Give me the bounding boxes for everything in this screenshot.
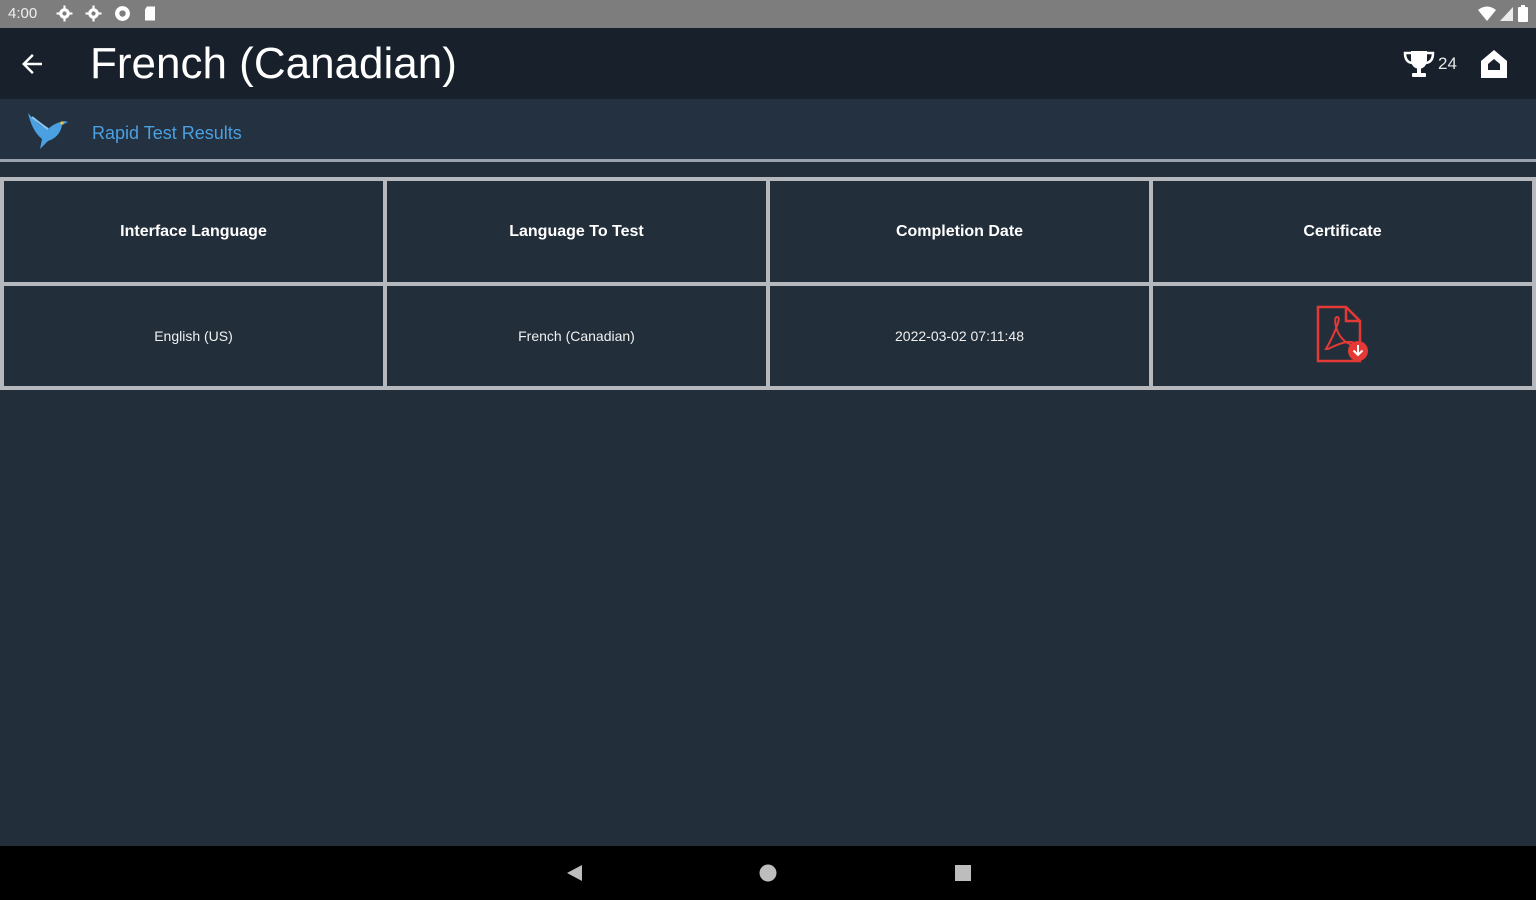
wifi-icon: [1478, 6, 1496, 21]
screen: 4:00 French (Canadian) 24 Rapid Test Res…: [0, 0, 1536, 900]
column-header-completion-date: Completion Date: [766, 177, 1153, 286]
results-table: Interface Language Language To Test Comp…: [0, 177, 1536, 390]
bird-logo-icon: [28, 113, 68, 149]
navigation-bar: [0, 846, 1536, 900]
settings-icon: [56, 5, 73, 22]
status-time: 4:00: [8, 5, 38, 22]
status-bar: 4:00: [0, 0, 1536, 28]
column-header-interface-language: Interface Language: [0, 177, 387, 286]
sub-header: Rapid Test Results: [0, 99, 1536, 159]
page-title: French (Canadian): [90, 39, 457, 88]
status-notification-icons: [56, 5, 157, 22]
section-title: Rapid Test Results: [92, 123, 242, 143]
column-header-certificate: Certificate: [1149, 177, 1536, 286]
cell-interface-language: English (US): [0, 282, 387, 390]
signal-icon: [1500, 6, 1513, 21]
shield-icon: [115, 6, 130, 21]
cell-completion-date: 2022-03-02 07:11:48: [766, 282, 1153, 390]
trophy-button[interactable]: 24: [1402, 49, 1457, 79]
nav-back-button[interactable]: [561, 860, 587, 886]
cell-certificate: [1149, 282, 1536, 390]
home-icon: [1481, 50, 1507, 78]
app-bar: French (Canadian) 24: [0, 28, 1536, 99]
back-button[interactable]: [14, 46, 50, 82]
nav-home-button[interactable]: [755, 860, 781, 886]
battery-icon: [1518, 5, 1528, 22]
nav-recents-button[interactable]: [950, 860, 976, 886]
cell-language-to-test: French (Canadian): [383, 282, 770, 390]
home-button[interactable]: [1476, 46, 1512, 82]
arrow-left-icon: [22, 54, 42, 74]
triangle-back-icon: [567, 865, 582, 881]
circle-home-icon: [759, 864, 777, 882]
table-header-row: Interface Language Language To Test Comp…: [0, 177, 1536, 286]
pdf-certificate-icon: [1316, 305, 1368, 362]
trophy-icon: [1403, 51, 1435, 77]
status-system-icons: [1478, 5, 1528, 22]
divider: [0, 159, 1536, 162]
column-header-language-to-test: Language To Test: [383, 177, 770, 286]
table-row: English (US) French (Canadian) 2022-03-0…: [0, 282, 1536, 390]
settings-icon: [85, 5, 102, 22]
square-recents-icon: [955, 865, 971, 881]
certificate-download-button[interactable]: [1314, 305, 1372, 368]
sd-card-icon: [145, 6, 155, 21]
trophy-count: 24: [1438, 54, 1457, 73]
